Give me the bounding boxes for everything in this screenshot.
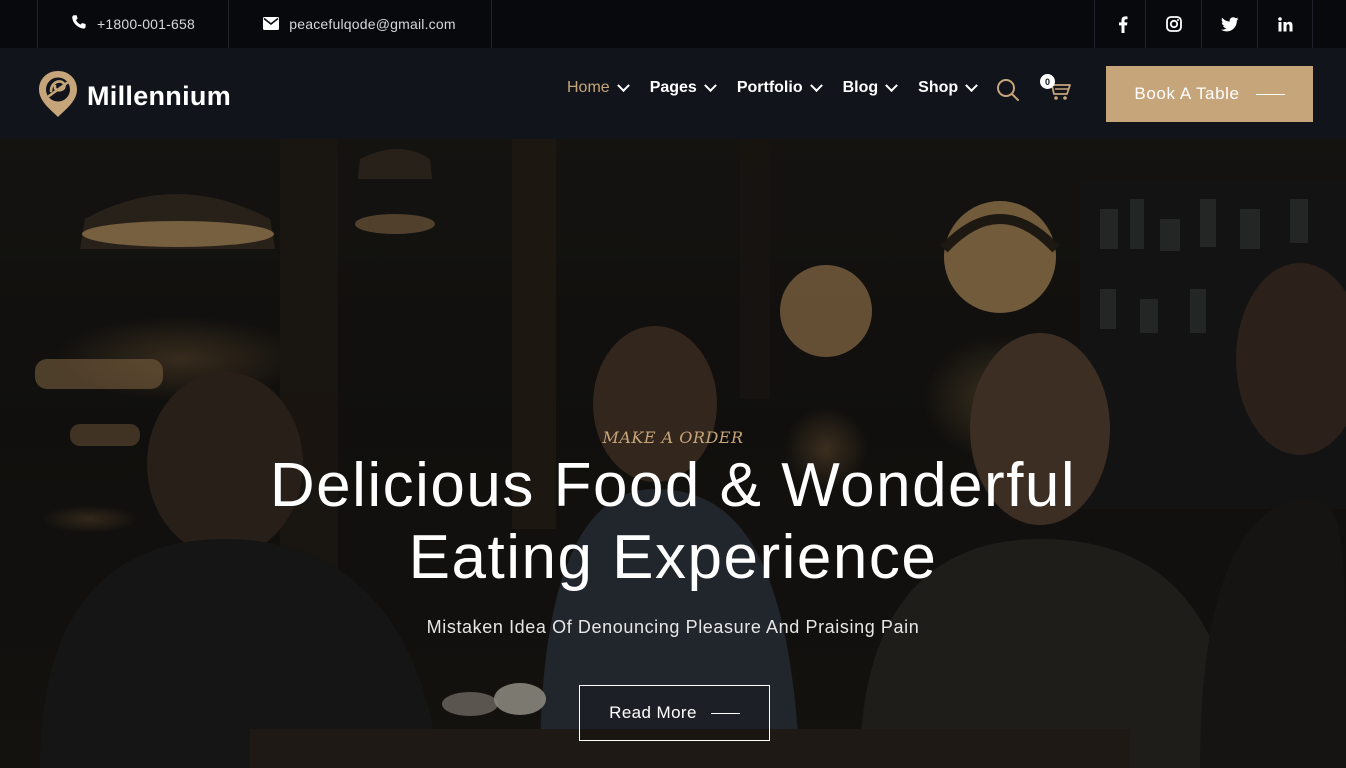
instagram-link[interactable] [1145,0,1201,48]
phone-contact[interactable]: +1800-001-658 [37,0,229,48]
chevron-down-icon [965,78,979,92]
menu-item-label: Blog [842,79,879,96]
hero-title-line: Delicious Food & Wonderful [269,451,1077,520]
menu-item-pages[interactable]: Pages [649,78,717,97]
search-icon [996,79,1020,106]
menu-item-label: Shop [918,79,959,96]
linkedin-link[interactable] [1257,0,1313,48]
book-a-table-button[interactable]: Book A Table [1106,66,1313,122]
chevron-down-icon [703,78,717,92]
arrow-line-icon [1255,93,1285,95]
twitter-icon [1220,16,1239,32]
cart-button[interactable]: 0 [1040,74,1072,106]
phone-icon [71,14,87,34]
logo-text: Millennium [87,80,231,111]
hero-banner: MAKE A ORDER Delicious Food & Wonderful … [0,139,1346,768]
chevron-down-icon [809,78,823,92]
envelope-icon [263,15,280,34]
hero-title: Delicious Food & Wonderful Eating Experi… [0,450,1346,594]
shopping-cart-icon [1044,80,1072,106]
arrow-line-icon [710,712,740,714]
read-more-button[interactable]: Read More [579,685,770,741]
menu-item-label: Home [567,79,610,96]
main-navigation: Millennium Home Pages Portfolio Blog Sho… [0,48,1346,139]
menu-item-shop[interactable]: Shop [918,78,979,97]
hero-tagline: MAKE A ORDER [602,428,744,447]
phone-number: +1800-001-658 [97,16,195,32]
linkedin-icon [1277,16,1293,32]
menu-item-home[interactable]: Home [567,78,630,97]
menu-item-label: Portfolio [736,79,803,96]
top-bar: +1800-001-658 peacefulqode@gmail.com [0,0,1346,48]
email-contact[interactable]: peacefulqode@gmail.com [228,0,492,48]
facebook-icon [1118,15,1128,33]
email-address: peacefulqode@gmail.com [289,16,456,32]
chevron-down-icon [616,78,630,92]
search-button[interactable] [996,78,1020,106]
menu-item-portfolio[interactable]: Portfolio [736,78,823,97]
facebook-link[interactable] [1094,0,1150,48]
menu-item-blog[interactable]: Blog [842,78,899,97]
hero-subtitle: Mistaken Idea Of Denouncing Pleasure And… [426,617,920,637]
menu-item-label: Pages [649,79,697,96]
twitter-link[interactable] [1201,0,1257,48]
site-logo[interactable]: Millennium [37,69,231,123]
chevron-down-icon [885,78,899,92]
read-more-label: Read More [609,703,697,722]
book-a-table-label: Book A Table [1134,84,1240,103]
instagram-icon [1165,16,1182,32]
logo-mark-icon [37,69,79,123]
main-menu: Home Pages Portfolio Blog Shop [567,78,998,97]
hero-title-line: Eating Experience [408,523,938,592]
cart-count-badge: 0 [1040,74,1055,89]
